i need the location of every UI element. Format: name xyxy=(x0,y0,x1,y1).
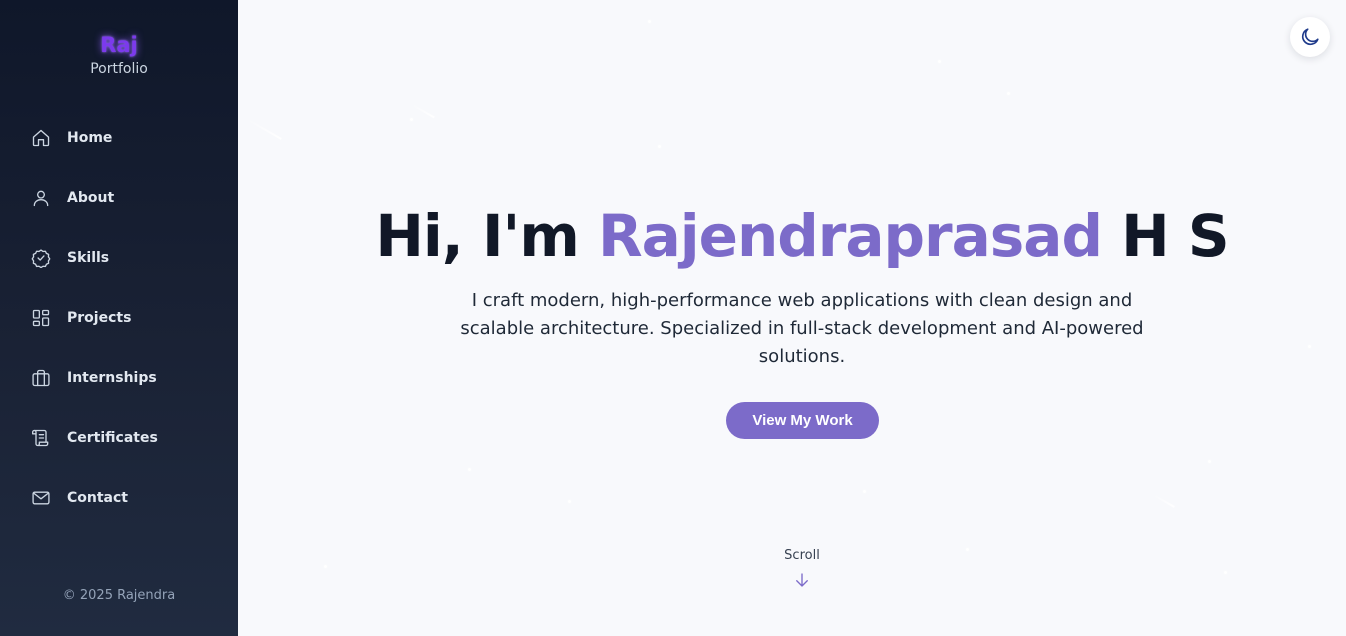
decorative-star xyxy=(1308,345,1311,348)
view-my-work-button[interactable]: View My Work xyxy=(726,402,879,439)
nav-label-projects: Projects xyxy=(67,310,132,326)
nav-item-internships[interactable]: Internships xyxy=(0,348,238,408)
decorative-streak xyxy=(411,103,435,119)
nav-item-contact[interactable]: Contact xyxy=(0,468,238,528)
decorative-star xyxy=(938,60,941,63)
nav-item-skills[interactable]: Skills xyxy=(0,228,238,288)
decorative-star xyxy=(1007,92,1010,95)
hero-title-prefix: Hi, I'm xyxy=(375,202,598,270)
decorative-star xyxy=(1208,460,1211,463)
nav-label-internships: Internships xyxy=(67,370,157,386)
arrow-down-icon xyxy=(793,571,811,589)
decorative-streak xyxy=(1153,494,1175,508)
nav-item-certificates[interactable]: Certificates xyxy=(0,408,238,468)
user-icon xyxy=(30,187,52,209)
hero-title-name: Rajendraprasad xyxy=(597,202,1103,270)
decorative-star xyxy=(324,565,327,568)
scroll-icon xyxy=(30,427,52,449)
moon-icon xyxy=(1301,28,1319,46)
nav-label-home: Home xyxy=(67,130,113,146)
brand[interactable]: Raj Portfolio xyxy=(0,30,238,78)
nav-label-skills: Skills xyxy=(67,250,110,266)
grid-icon xyxy=(30,307,52,329)
decorative-star xyxy=(410,118,413,121)
sidebar-nav: Home About Skills Projects Internships C… xyxy=(0,108,238,528)
badge-check-icon xyxy=(30,247,52,269)
decorative-star xyxy=(863,490,866,493)
decorative-star xyxy=(658,145,661,148)
hero-description: I craft modern, high-performance web app… xyxy=(460,290,1144,367)
copyright: © 2025 Rajendra xyxy=(62,588,176,603)
nav-item-projects[interactable]: Projects xyxy=(0,288,238,348)
brand-name: Raj xyxy=(100,33,138,57)
nav-item-about[interactable]: About xyxy=(0,168,238,228)
decorative-star xyxy=(648,20,651,23)
decorative-star xyxy=(568,500,571,503)
nav-label-certificates: Certificates xyxy=(67,430,158,446)
mail-icon xyxy=(30,487,52,509)
hero-title-suffix: H S xyxy=(1101,202,1230,270)
scroll-label: Scroll xyxy=(784,548,820,563)
decorative-star xyxy=(966,548,969,551)
nav-label-about: About xyxy=(67,190,115,206)
decorative-star xyxy=(468,468,471,471)
home-icon xyxy=(30,127,52,149)
decorative-star xyxy=(1224,571,1227,574)
nav-item-home[interactable]: Home xyxy=(0,108,238,168)
sidebar: Raj Portfolio Home About Skills Projects… xyxy=(0,0,238,636)
briefcase-icon xyxy=(30,367,52,389)
decorative-streak xyxy=(246,118,282,140)
brand-subtitle: Portfolio xyxy=(90,61,148,77)
scroll-indicator[interactable]: Scroll xyxy=(752,547,852,589)
theme-toggle-button[interactable] xyxy=(1290,17,1330,57)
hero-title: Hi, I'm Rajendraprasad H S xyxy=(238,200,1346,272)
hero-section: Hi, I'm Rajendraprasad H S I craft moder… xyxy=(238,0,1346,636)
nav-label-contact: Contact xyxy=(67,490,128,506)
